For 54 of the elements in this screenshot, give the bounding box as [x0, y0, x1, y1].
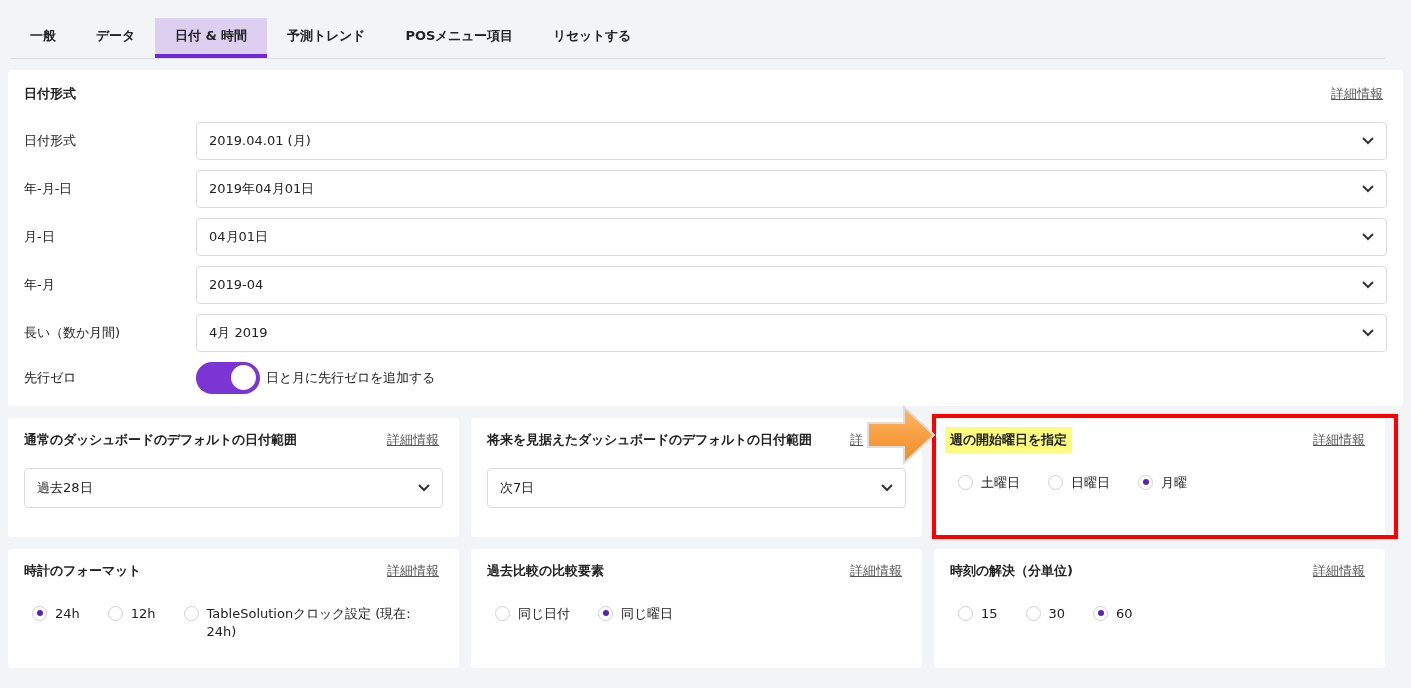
tab[interactable]: データ: [76, 18, 155, 58]
chevron-down-icon: [1362, 280, 1374, 289]
chevron-down-icon: [1362, 136, 1374, 145]
card-title: 過去比較の比較要素: [487, 561, 604, 580]
chevron-down-icon: [1362, 232, 1374, 241]
details-link[interactable]: 詳細情報: [387, 429, 439, 449]
dropdown[interactable]: 過去28日: [24, 467, 443, 508]
field-label: 日付形式: [24, 131, 77, 150]
toggle-label: 日と月に先行ゼロを追加する: [266, 368, 435, 387]
radio-label: 24h: [55, 604, 80, 623]
field-label: 先行ゼロ: [24, 368, 77, 387]
dropdown[interactable]: 2019年04月01日: [196, 169, 1387, 208]
radio-label: TableSolutionクロック設定 (現在: 24h): [206, 604, 412, 641]
field-label: 年-月: [24, 275, 56, 294]
card-title: 通常のダッシュボードのデフォルトの日付範囲: [24, 430, 297, 449]
dropdown[interactable]: 次7日: [487, 467, 906, 508]
details-link[interactable]: 詳細情報: [387, 560, 439, 580]
chevron-down-icon: [1362, 184, 1374, 193]
radio-label: 12h: [130, 604, 156, 623]
chevron-down-icon: [1362, 328, 1374, 337]
toggle-switch[interactable]: [196, 361, 260, 394]
details-link[interactable]: 詳細情報: [850, 560, 902, 580]
tab[interactable]: POSメニュー項目: [385, 18, 534, 58]
details-link[interactable]: 詳細情報: [1313, 560, 1365, 580]
radio-label: 15: [981, 604, 998, 623]
card-title: 週の開始曜日を指定: [945, 426, 1072, 453]
tab[interactable]: リセットする: [533, 18, 652, 58]
radio-label: 60: [1116, 604, 1133, 623]
dropdown[interactable]: 2019-04: [196, 265, 1387, 304]
card-title: 将来を見据えたダッシュボードのデフォルトの日付範囲: [487, 430, 812, 449]
chevron-down-icon: [418, 483, 430, 492]
field-label: 年-月-日: [24, 179, 74, 198]
dropdown[interactable]: 04月01日: [196, 217, 1387, 256]
field-label: 月-日: [24, 227, 56, 246]
radio-label: 同じ日付: [518, 604, 570, 623]
radio-label: 30: [1048, 604, 1066, 623]
tab[interactable]: 日付 & 時間: [155, 18, 268, 58]
card-title: 時計のフォーマット: [24, 561, 141, 580]
tab[interactable]: 予測トレンド: [267, 18, 386, 58]
section-title: 日付形式: [24, 85, 76, 103]
radio-label: 月曜: [1161, 473, 1187, 492]
chevron-down-icon: [881, 483, 893, 492]
radio-label: 同じ曜日: [621, 604, 673, 623]
tab[interactable]: 一般: [10, 18, 76, 58]
details-link[interactable]: 詳: [850, 429, 863, 449]
card-title: 時刻の解決（分単位): [950, 561, 1073, 580]
details-link[interactable]: 詳細情報: [1313, 429, 1365, 449]
radio-label: 日曜日: [1071, 473, 1110, 492]
radio-label: 土曜日: [981, 473, 1020, 492]
arrow-icon: [866, 404, 938, 467]
field-label: 長い（数か月間): [24, 323, 122, 342]
dropdown[interactable]: 2019.04.01 (月): [196, 121, 1387, 160]
details-link[interactable]: 詳細情報: [1331, 84, 1383, 104]
dropdown[interactable]: 4月 2019: [196, 313, 1387, 352]
